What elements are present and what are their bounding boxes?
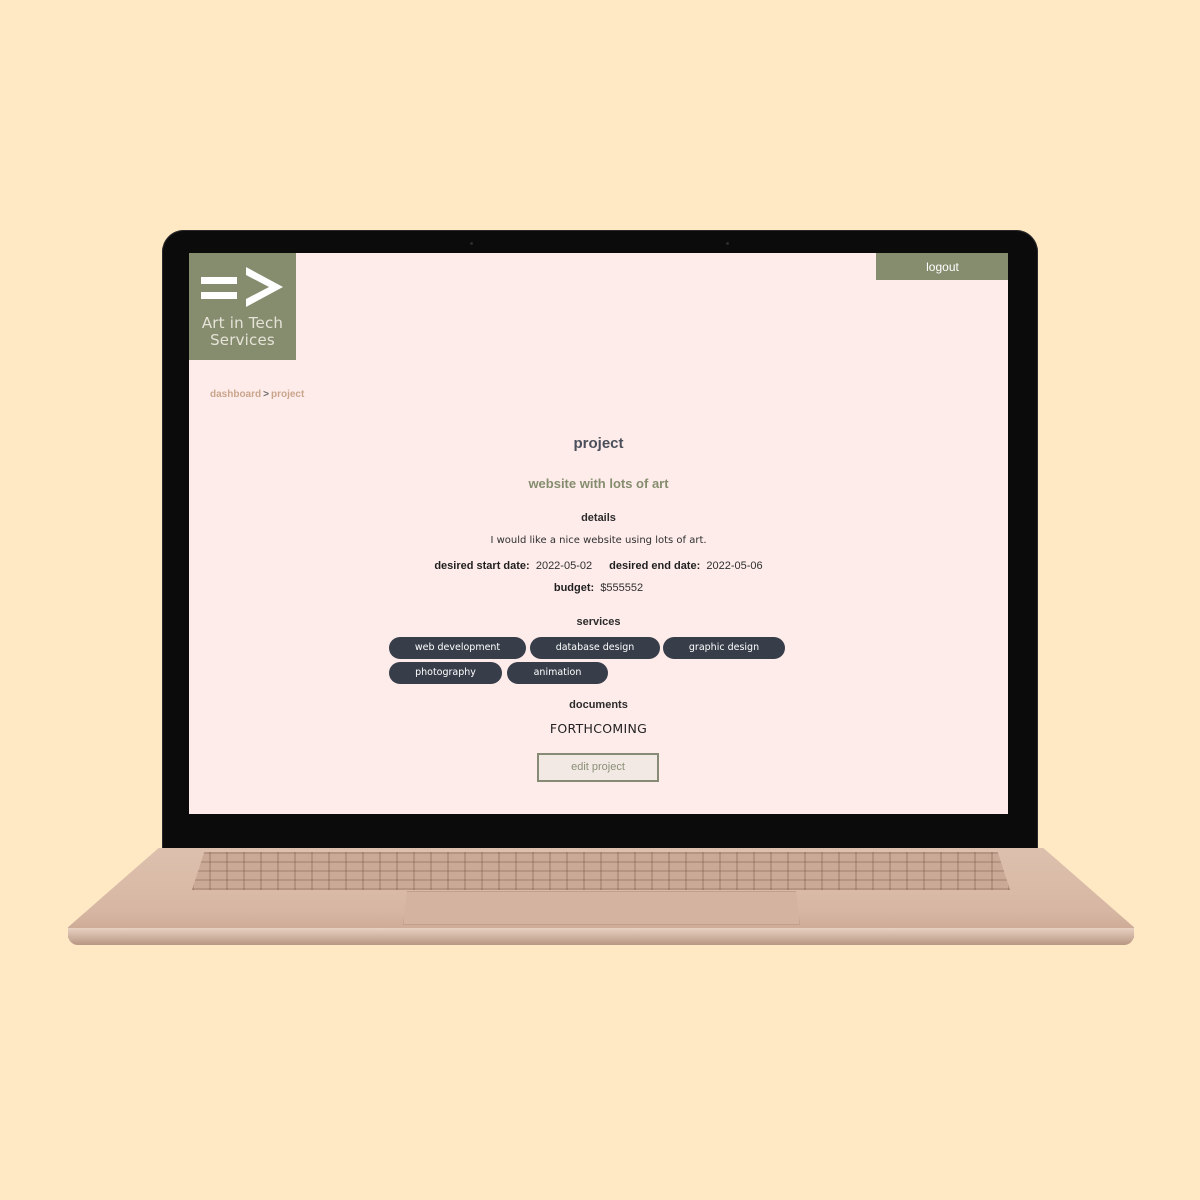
page-title: project	[573, 435, 624, 452]
service-chip-photography[interactable]: photography	[389, 662, 502, 684]
start-date-label: desired start date:	[434, 560, 530, 572]
edit-project-button[interactable]: edit project	[537, 753, 659, 782]
laptop-trackpad	[403, 891, 800, 925]
project-name: website with lots of art	[528, 476, 669, 491]
laptop-base-edge	[68, 928, 1134, 945]
service-chip-web-development[interactable]: web development	[389, 637, 526, 659]
service-chip-animation[interactable]: animation	[507, 662, 608, 684]
sensor-dot	[470, 242, 473, 245]
start-date-value: 2022-05-02	[535, 560, 593, 572]
project-dates: desired start date: 2022-05-02 desired e…	[189, 560, 1008, 572]
brand-name-line1: Art in Tech	[201, 314, 284, 332]
breadcrumb: dashboard > project	[210, 389, 304, 400]
end-date-value: 2022-05-06	[706, 560, 763, 572]
services-heading: services	[576, 616, 621, 628]
project-description: I would like a nice website using lots o…	[490, 535, 707, 546]
project-budget: budget: $555552	[189, 582, 1008, 594]
brand-logo[interactable]: Art in Tech Services	[189, 253, 296, 360]
breadcrumb-dashboard[interactable]: dashboard	[210, 389, 261, 400]
breadcrumb-separator: >	[263, 389, 269, 400]
breadcrumb-project[interactable]: project	[271, 389, 304, 400]
end-date-label: desired end date:	[609, 560, 701, 572]
laptop-keyboard	[192, 852, 1010, 890]
budget-value: $555552	[600, 582, 644, 594]
app-screen: Art in Tech Services logout dashboard > pr…	[189, 253, 1008, 814]
brand-name-line2: Services	[210, 331, 275, 349]
documents-status: FORTHCOMING	[549, 721, 648, 736]
budget-label: budget:	[553, 582, 595, 594]
brand-name: Art in Tech Services	[189, 315, 296, 349]
details-heading: details	[581, 512, 616, 524]
service-chip-graphic-design[interactable]: graphic design	[663, 637, 785, 659]
service-chip-database-design[interactable]: database design	[530, 637, 660, 659]
logo-arrow-icon	[201, 267, 283, 307]
camera-dot	[726, 242, 729, 245]
documents-heading: documents	[569, 699, 628, 711]
logout-button[interactable]: logout	[876, 253, 1008, 280]
